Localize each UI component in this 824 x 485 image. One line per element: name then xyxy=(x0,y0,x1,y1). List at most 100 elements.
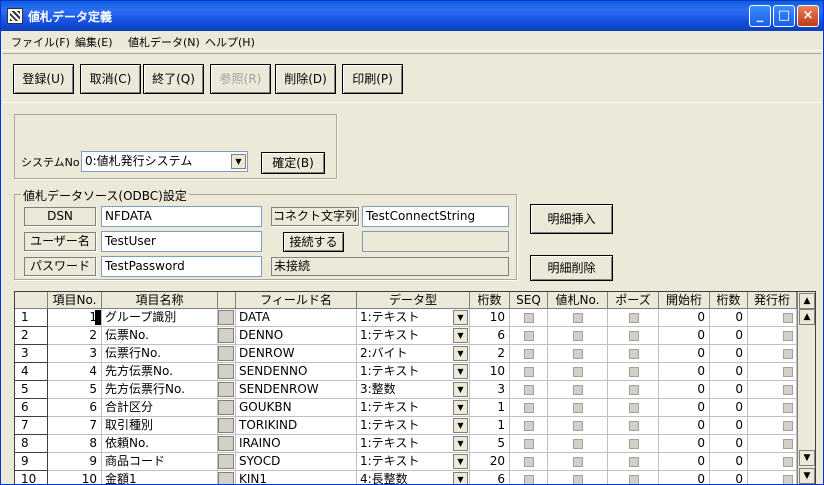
col-header-length[interactable]: 桁数 xyxy=(710,292,748,309)
delete-row-button[interactable]: 明細削除 xyxy=(530,255,613,281)
scroll-top-icon[interactable]: ▲ xyxy=(799,293,815,309)
checkbox-icon[interactable] xyxy=(783,457,793,467)
table-row[interactable]: 5 5 先方伝票行No. SENDENROW 3:整数 ▼ 3 0 0 xyxy=(15,381,797,399)
col-header-pause[interactable]: ポーズ xyxy=(608,292,659,309)
chevron-down-icon[interactable]: ▼ xyxy=(453,346,468,361)
item-no-cell[interactable]: 3 xyxy=(48,345,102,363)
row-button[interactable] xyxy=(218,309,236,327)
dsn-input[interactable]: NFDATA xyxy=(101,206,262,227)
start-digit-cell[interactable]: 0 xyxy=(659,381,710,399)
row-lookup-button[interactable] xyxy=(218,328,234,343)
item-name-cell[interactable]: 先方伝票No. xyxy=(102,363,218,381)
field-name-cell[interactable]: GOUKBN xyxy=(236,399,357,417)
issue-checkbox[interactable] xyxy=(748,471,797,484)
item-name-cell[interactable]: 商品コード xyxy=(102,453,218,471)
checkbox-icon[interactable] xyxy=(524,349,534,359)
chevron-down-icon[interactable]: ▼ xyxy=(453,400,468,415)
item-no-cell[interactable]: 2 xyxy=(48,327,102,345)
col-header-data-type[interactable]: データ型 xyxy=(357,292,470,309)
start-digit-cell[interactable]: 0 xyxy=(659,327,710,345)
table-row[interactable]: 8 8 依頼No. IRAINO 1:テキスト ▼ 5 0 0 xyxy=(15,435,797,453)
pause-checkbox[interactable] xyxy=(608,381,659,399)
checkbox-icon[interactable] xyxy=(783,385,793,395)
field-name-cell[interactable]: SENDENROW xyxy=(236,381,357,399)
connect-button[interactable]: 接続する xyxy=(283,232,344,252)
checkbox-icon[interactable] xyxy=(783,331,793,341)
nefuda-no-checkbox[interactable] xyxy=(548,309,608,327)
field-name-cell[interactable]: DATA xyxy=(236,309,357,327)
print-button[interactable]: 印刷(P) xyxy=(342,64,403,94)
row-button[interactable] xyxy=(218,435,236,453)
digits-cell[interactable]: 6 xyxy=(470,471,510,484)
seq-checkbox[interactable] xyxy=(510,309,548,327)
checkbox-icon[interactable] xyxy=(629,313,639,323)
pause-checkbox[interactable] xyxy=(608,399,659,417)
item-name-cell[interactable]: 取引種別 xyxy=(102,417,218,435)
checkbox-icon[interactable] xyxy=(573,349,583,359)
exit-button[interactable]: 終了(Q) xyxy=(143,64,204,94)
checkbox-icon[interactable] xyxy=(524,439,534,449)
checkbox-icon[interactable] xyxy=(629,457,639,467)
item-no-cell[interactable]: 1 xyxy=(48,309,102,327)
nefuda-no-checkbox[interactable] xyxy=(548,417,608,435)
checkbox-icon[interactable] xyxy=(783,313,793,323)
table-row[interactable]: 2 2 伝票No. DENNO 1:テキスト ▼ 6 0 0 xyxy=(15,327,797,345)
seq-checkbox[interactable] xyxy=(510,381,548,399)
chevron-down-icon[interactable]: ▼ xyxy=(453,310,468,325)
issue-checkbox[interactable] xyxy=(748,381,797,399)
pause-checkbox[interactable] xyxy=(608,453,659,471)
chevron-down-icon[interactable]: ▼ xyxy=(453,418,468,433)
checkbox-icon[interactable] xyxy=(629,403,639,413)
digits-cell[interactable]: 6 xyxy=(470,327,510,345)
item-no-cell[interactable]: 4 xyxy=(48,363,102,381)
chevron-down-icon[interactable]: ▼ xyxy=(453,436,468,451)
length-cell[interactable]: 0 xyxy=(710,435,748,453)
checkbox-icon[interactable] xyxy=(573,313,583,323)
connect-string-input[interactable]: TestConnectString xyxy=(362,206,509,227)
checkbox-icon[interactable] xyxy=(573,331,583,341)
pause-checkbox[interactable] xyxy=(608,345,659,363)
nefuda-no-checkbox[interactable] xyxy=(548,363,608,381)
close-button[interactable]: × xyxy=(797,5,819,27)
length-cell[interactable]: 0 xyxy=(710,399,748,417)
pause-checkbox[interactable] xyxy=(608,327,659,345)
digits-cell[interactable]: 3 xyxy=(470,381,510,399)
table-row[interactable]: 7 7 取引種別 TORIKIND 1:テキスト ▼ 1 0 0 xyxy=(15,417,797,435)
length-cell[interactable]: 0 xyxy=(710,381,748,399)
chevron-down-icon[interactable]: ▼ xyxy=(453,454,468,469)
detail-grid[interactable]: 項目No. 項目名称 フィールド名 データ型 桁数 SEQ 値札No. ポーズ … xyxy=(14,291,816,484)
seq-checkbox[interactable] xyxy=(510,345,548,363)
start-digit-cell[interactable]: 0 xyxy=(659,435,710,453)
nefuda-no-checkbox[interactable] xyxy=(548,399,608,417)
col-header-field-name[interactable]: フィールド名 xyxy=(236,292,357,309)
digits-cell[interactable]: 20 xyxy=(470,453,510,471)
checkbox-icon[interactable] xyxy=(629,349,639,359)
checkbox-icon[interactable] xyxy=(629,421,639,431)
checkbox-icon[interactable] xyxy=(524,367,534,377)
checkbox-icon[interactable] xyxy=(573,457,583,467)
digits-cell[interactable]: 5 xyxy=(470,435,510,453)
pause-checkbox[interactable] xyxy=(608,417,659,435)
digits-cell[interactable]: 10 xyxy=(470,309,510,327)
row-button[interactable] xyxy=(218,399,236,417)
checkbox-icon[interactable] xyxy=(524,331,534,341)
checkbox-icon[interactable] xyxy=(524,457,534,467)
item-no-cell[interactable]: 7 xyxy=(48,417,102,435)
item-name-cell[interactable]: 先方伝票行No. xyxy=(102,381,218,399)
item-no-cell[interactable]: 8 xyxy=(48,435,102,453)
digits-cell[interactable]: 1 xyxy=(470,417,510,435)
row-lookup-button[interactable] xyxy=(218,400,234,415)
cancel-button[interactable]: 取消(C) xyxy=(80,64,141,94)
nefuda-no-checkbox[interactable] xyxy=(548,435,608,453)
col-header-start-digit[interactable]: 開始桁 xyxy=(659,292,710,309)
seq-checkbox[interactable] xyxy=(510,453,548,471)
col-header-item-name[interactable]: 項目名称 xyxy=(102,292,218,309)
checkbox-icon[interactable] xyxy=(629,385,639,395)
table-row[interactable]: 1 1 グループ識別 DATA 1:テキスト ▼ 10 0 0 xyxy=(15,309,797,327)
pause-checkbox[interactable] xyxy=(608,471,659,484)
confirm-button[interactable]: 確定(B) xyxy=(261,152,325,174)
menu-edit[interactable]: 編集(E) xyxy=(75,34,113,50)
checkbox-icon[interactable] xyxy=(573,421,583,431)
table-row[interactable]: 4 4 先方伝票No. SENDENNO 1:テキスト ▼ 10 0 0 xyxy=(15,363,797,381)
register-button[interactable]: 登録(U) xyxy=(13,64,74,94)
